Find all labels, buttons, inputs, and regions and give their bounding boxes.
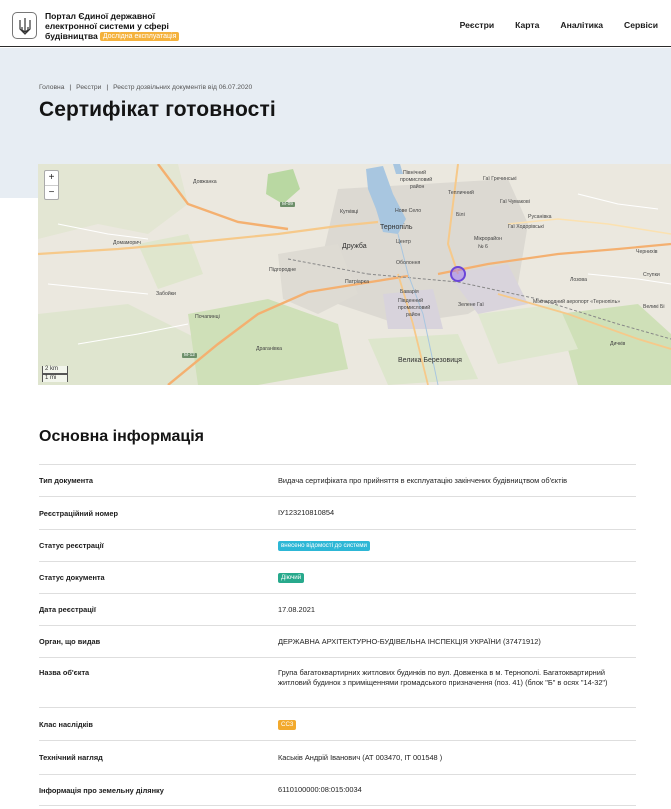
map-label-zelene: Зелене Гаї xyxy=(458,302,484,308)
map-label-promyslovyi: промисловий xyxy=(398,305,431,311)
map-label-pivdennyi: Південний xyxy=(398,298,424,304)
map-label-hai-hrechynski: Гаї Гречинські xyxy=(483,176,517,182)
map-label-drahanivka: Драганівка xyxy=(256,346,282,352)
info-table: Тип документа Видача сертифіката про при… xyxy=(39,464,636,806)
main-nav: Реєстри Карта Аналітика Сервіси xyxy=(460,20,658,30)
map-label-zaboiky: Забойки xyxy=(156,291,176,297)
top-header: Портал Єдиної державної електронної сист… xyxy=(0,0,671,47)
map-label-stupky: Ступки xyxy=(643,272,660,278)
info-key: Технічний нагляд xyxy=(39,753,103,762)
info-key: Статус документа xyxy=(39,573,105,582)
map-label-raion-north: район xyxy=(410,184,425,190)
info-key: Статус реєстрації xyxy=(39,541,104,550)
info-row-issuer: Орган, що видав ДЕРЖАВНА АРХІТЕКТУРНО-БУ… xyxy=(39,625,636,657)
zoom-out-button[interactable]: − xyxy=(45,185,58,199)
info-row-reg-status: Статус реєстрації внесено відомості до с… xyxy=(39,529,636,561)
class-badge: СС3 xyxy=(278,719,297,730)
location-map[interactable]: + − M-09 M-12 Тернопіль Кутківці Нове Се… xyxy=(38,164,671,385)
test-mode-badge: Дослідна експлуатація xyxy=(99,32,180,41)
map-label-lozova: Лозова xyxy=(570,277,588,283)
portal-brand[interactable]: Портал Єдиної державної електронної сист… xyxy=(45,11,180,41)
map-label-bavaria: Баварія xyxy=(400,289,419,295)
breadcrumb-separator: | xyxy=(69,84,72,91)
nav-registries[interactable]: Реєстри xyxy=(460,20,495,30)
map-label-tsentr: Центр xyxy=(396,239,411,245)
breadcrumb-registries[interactable]: Реєстри xyxy=(76,84,101,91)
map-label-kutkivtsi: Кутківці xyxy=(340,209,359,215)
map-label-m09: M-09 xyxy=(280,202,295,207)
info-value: ДЕРЖАВНА АРХІТЕКТУРНО-БУДІВЕЛЬНА ІНСПЕКЦ… xyxy=(278,636,541,646)
info-value: Каськів Андрій Іванович (АТ 003470, ІТ 0… xyxy=(278,752,443,762)
map-label-airport: Міжнародний аеропорт «Тернопіль» xyxy=(533,299,621,305)
info-value: 17.08.2021 xyxy=(278,604,315,614)
info-key: Назва об'єкта xyxy=(39,668,90,677)
map-label-bili: Білі xyxy=(456,212,465,218)
info-value: ІУ123210810854 xyxy=(278,508,335,517)
info-key: Реєстраційний номер xyxy=(39,508,119,518)
map-label-patriarka: Патріарка xyxy=(345,279,369,285)
info-value: 6110100000:08:015:0034 xyxy=(278,785,362,794)
map-label-rusanivka: Русанівка xyxy=(528,214,552,220)
map-label-dychkiv: Дичків xyxy=(610,341,626,347)
info-row-consequence-class: Клас наслідків СС3 xyxy=(39,707,636,740)
info-row-object-name: Назва об'єкта Група багатоквартирних жит… xyxy=(39,657,636,707)
status-badge: внесено відомості до системи xyxy=(278,541,371,551)
info-value: Видача сертифіката про прийняття в експл… xyxy=(278,475,568,485)
map-zoom-control: + − xyxy=(44,170,59,200)
breadcrumb-permit-registry[interactable]: Реєстр дозвільних документів від 06.07.2… xyxy=(113,84,252,91)
brand-line-3: будівництва xyxy=(45,31,98,41)
info-value: Група багатоквартирних житлових будинків… xyxy=(278,668,608,687)
map-label-obolonnya: Оболоння xyxy=(396,260,421,266)
info-row-land-plot: Інформація про земельну ділянку 61101000… xyxy=(39,774,636,806)
object-location-marker[interactable] xyxy=(450,266,466,282)
info-key: Клас наслідків xyxy=(39,719,93,729)
info-row-reg-date: Дата реєстрації 17.08.2021 xyxy=(39,593,636,625)
map-label-chernykhiv: Чернихів xyxy=(636,249,658,255)
map-label-velyka-berezovytsya: Велика Березовиця xyxy=(398,357,462,364)
brand-line-1: Портал Єдиної державної xyxy=(45,11,155,21)
map-label-domamorych: Домаморич xyxy=(113,240,141,246)
section-title-main-info: Основна інформація xyxy=(39,428,204,445)
map-label-hai-khodorivski: Гаї Ходорівські xyxy=(508,224,544,230)
coat-of-arms-logo[interactable] xyxy=(12,12,37,39)
map-label-mikroraion: Мікрорайон xyxy=(474,236,502,242)
map-label-teplychnyi: Тепличний xyxy=(448,190,474,196)
info-row-doc-type: Тип документа Видача сертифіката про при… xyxy=(39,464,636,496)
scale-km: 2 km xyxy=(42,366,68,374)
info-key: Орган, що видав xyxy=(39,637,101,646)
map-label-dovzhanka: Довжанка xyxy=(193,179,217,185)
map-tiles xyxy=(38,164,671,385)
map-label-nove-selo: Нове Село xyxy=(395,208,422,214)
brand-line-2: електронної системи у сфері xyxy=(45,21,169,31)
info-row-tech-supervision: Технічний нагляд Каськів Андрій Іванович… xyxy=(39,740,636,774)
map-label-m12: M-12 xyxy=(182,353,197,358)
map-label-hai-chumakovi: Гаї Чумакові xyxy=(500,199,530,205)
map-label-no6: № 6 xyxy=(478,244,488,250)
info-row-reg-number: Реєстраційний номер ІУ123210810854 xyxy=(39,496,636,529)
info-key: Інформація про земельну ділянку xyxy=(39,785,164,795)
breadcrumb-separator: | xyxy=(106,84,109,91)
info-row-doc-status: Статус документа Діючий xyxy=(39,561,636,593)
map-label-raion: район xyxy=(406,312,421,318)
map-label-pidhorodne: Підгородне xyxy=(269,267,297,273)
map-label-ternopil: Тернопіль xyxy=(380,224,413,231)
map-label-velyki-b: Великі Бі xyxy=(643,304,665,310)
breadcrumb-home[interactable]: Головна xyxy=(39,84,64,91)
info-key: Дата реєстрації xyxy=(39,605,96,614)
map-label-druzhba: Дружба xyxy=(342,243,367,250)
map-label-promyslovyi-north: промисловий xyxy=(400,177,433,183)
map-scale: 2 km 1 mi xyxy=(42,366,68,382)
scale-mi: 1 mi xyxy=(42,374,68,382)
status-badge: Діючий xyxy=(278,573,305,583)
nav-services[interactable]: Сервіси xyxy=(624,20,658,30)
zoom-in-button[interactable]: + xyxy=(45,171,58,185)
nav-map[interactable]: Карта xyxy=(515,20,539,30)
map-label-pochapyntsi: Почапинці xyxy=(195,314,220,320)
page-title: Сертифікат готовності xyxy=(39,98,276,121)
trident-icon xyxy=(18,17,31,35)
map-label-pivnichnyi: Північний xyxy=(403,170,427,176)
breadcrumb: Головна | Реєстри | Реєстр дозвільних до… xyxy=(39,84,252,91)
info-key: Тип документа xyxy=(39,476,93,485)
nav-analytics[interactable]: Аналітика xyxy=(560,20,603,30)
